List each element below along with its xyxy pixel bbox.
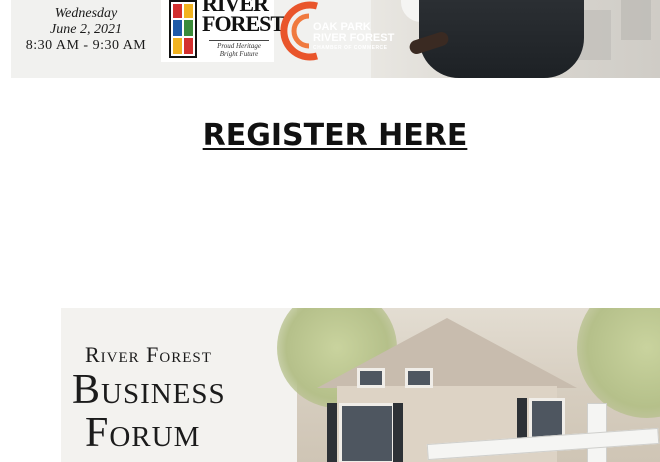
tagline-line2: Bright Future xyxy=(219,50,259,58)
forum-title-line1: River Forest xyxy=(85,342,212,367)
river-forest-logo: RIVER FOREST Proud Heritage Bright Futur… xyxy=(161,0,285,62)
tagline-line1: Proud Heritage xyxy=(217,42,261,50)
forum-title-line3: Forum xyxy=(85,410,201,456)
chamber-wordmark: OAK PARK RIVER FOREST CHAMBER OF COMMERC… xyxy=(313,22,394,52)
house-photo xyxy=(277,308,660,462)
event-weekday: Wednesday xyxy=(54,6,118,21)
event-date-block: Wednesday June 2, 2021 8:30 AM - 9:30 AM xyxy=(11,6,161,54)
river-forest-tagline: Proud Heritage Bright Future xyxy=(209,40,269,58)
event-banner-top: Wednesday June 2, 2021 8:30 AM - 9:30 AM… xyxy=(11,0,660,78)
chef-photo xyxy=(371,0,660,78)
stained-glass-icon xyxy=(169,0,197,58)
event-time: 8:30 AM - 9:30 AM xyxy=(25,38,147,53)
chamber-line3: CHAMBER OF COMMERCE xyxy=(313,45,388,51)
chamber-line2: RIVER FOREST xyxy=(313,32,395,44)
forum-title-line2: Business xyxy=(72,367,226,413)
business-forum-banner: River Forest Business Forum xyxy=(61,308,660,462)
register-here-link[interactable]: REGISTER HERE xyxy=(0,118,660,153)
event-day: June 2, 2021 xyxy=(50,22,122,37)
chamber-of-commerce-logo: OAK PARK RIVER FOREST CHAMBER OF COMMERC… xyxy=(269,0,409,62)
forum-title-panel: River Forest Business Forum xyxy=(61,308,297,462)
